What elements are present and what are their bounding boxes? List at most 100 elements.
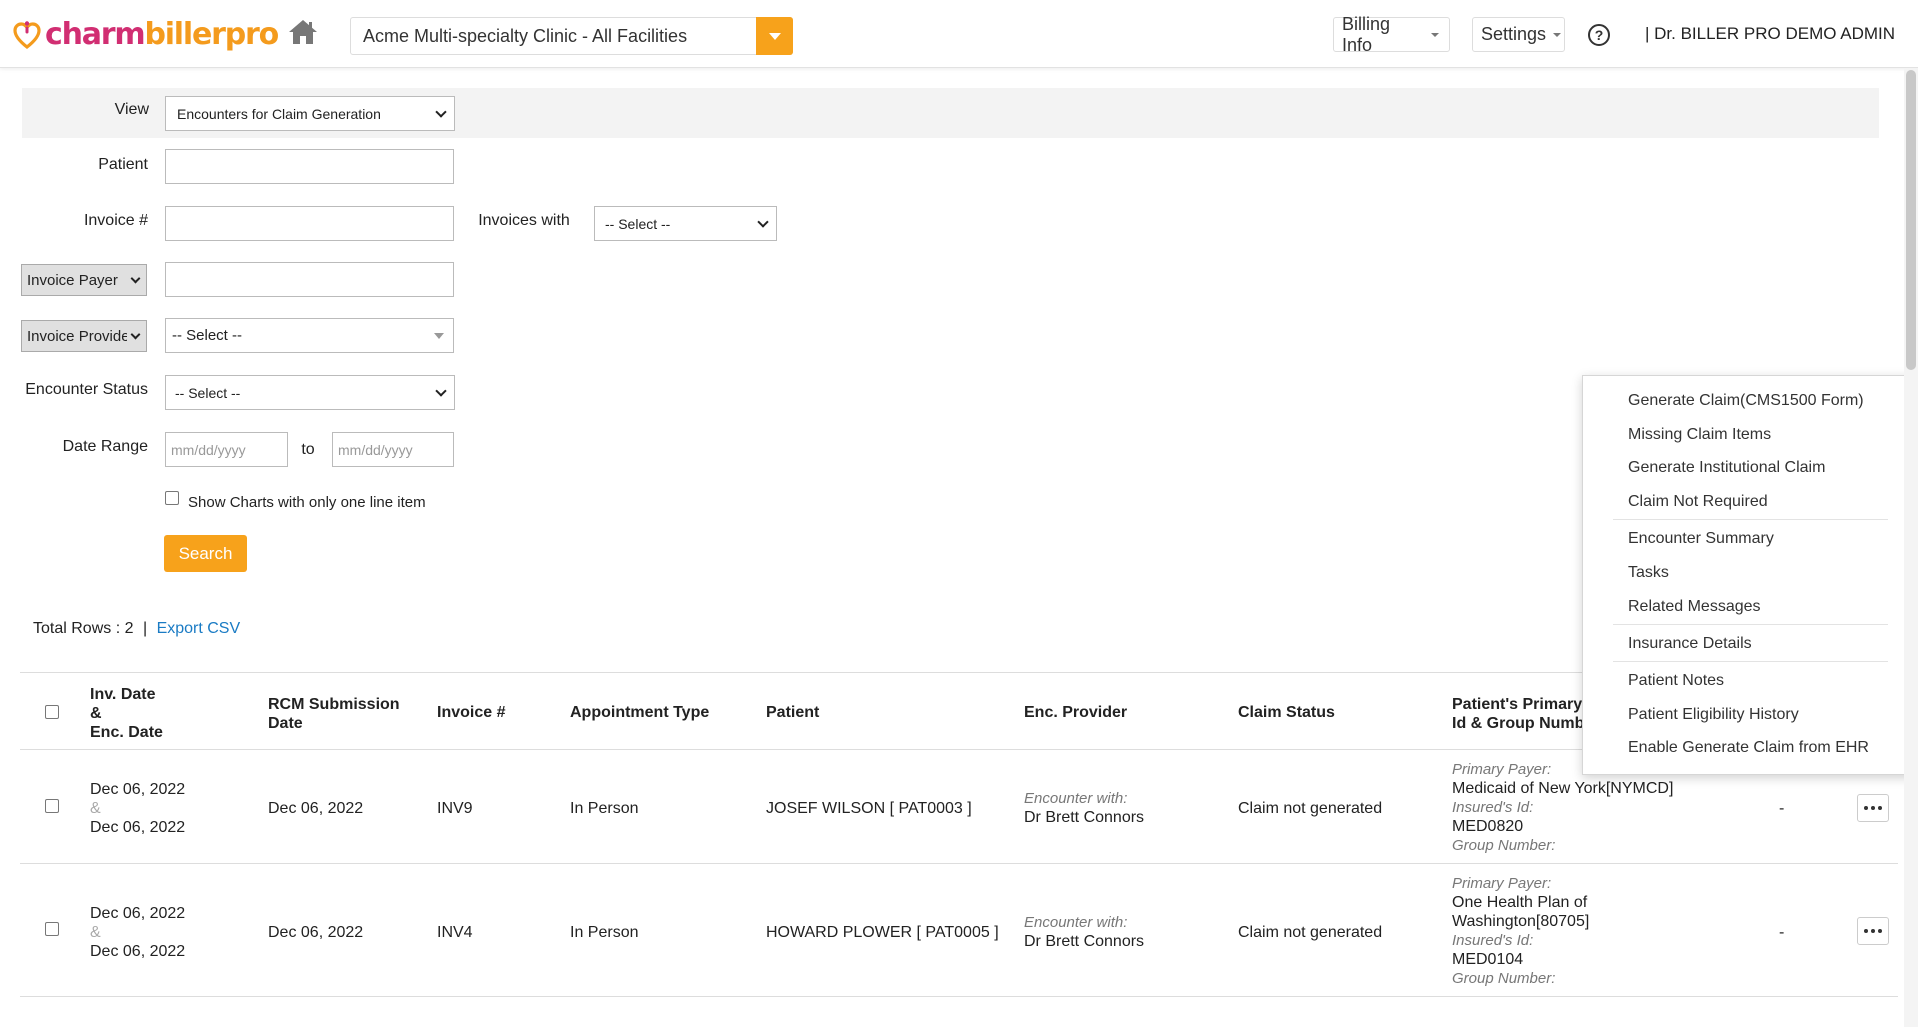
col-inv-date-label: Inv. Date [90,686,156,703]
col-enc-provider[interactable]: Enc. Provider [1024,703,1127,722]
col-patient[interactable]: Patient [766,703,819,722]
help-icon[interactable]: ? [1588,24,1610,46]
caret-down-icon [768,32,781,40]
export-csv-link[interactable]: Export CSV [157,620,241,637]
charmbillerpro-logo[interactable]: charmbillerpro [12,17,279,53]
col-invoice-number[interactable]: Invoice # [437,703,505,722]
total-rows-label: Total Rows : [33,620,125,637]
insured-id-label: Insured's Id: [1452,799,1534,816]
view-select-value: Encounters for Claim Generation [177,105,381,122]
enc-provider-cell: Encounter with: Dr Brett Connors [1024,789,1144,827]
invoice-number-input[interactable] [165,206,454,241]
provider-name: Dr Brett Connors [1024,809,1145,826]
menu-tasks[interactable]: Tasks [1628,564,1669,582]
col-patient-primary[interactable]: Patient's Primary Id & Group Numb [1452,695,1584,733]
col-inv-enc-date[interactable]: Inv. Date & Enc. Date [90,685,163,742]
menu-missing-claim-items[interactable]: Missing Claim Items [1628,426,1771,444]
facility-label: Acme Multi-specialty Clinic - All Facili… [363,25,688,46]
settings-menu[interactable]: Settings [1472,17,1565,52]
date-range-label: Date Range [62,438,148,455]
encounter-status-value: -- Select -- [175,384,241,401]
group-number-label: Group Number: [1452,970,1556,987]
one-line-item-checkbox[interactable] [165,491,179,505]
patient-cell[interactable]: JOSEF WILSON [ PAT0003 ] [766,799,972,818]
invoice-cell: INV9 [437,800,473,817]
invoice-payer-input[interactable] [165,262,454,297]
primary-payer-cell: Primary Payer: One Health Plan of Washin… [1452,874,1589,988]
rcm-date-cell: Dec 06, 2022 [268,924,364,941]
home-icon[interactable] [288,18,318,46]
col-claim-status[interactable]: Claim Status [1238,703,1335,722]
user-name[interactable]: | Dr. BILLER PRO DEMO ADMIN [1645,24,1895,44]
appointment-type-cell: In Person [570,924,639,941]
col-primary-label-1: Patient's Primary [1452,696,1583,713]
invoice-cell: INV4 [437,924,473,941]
menu-divider [1613,624,1888,625]
patient-label: Patient [98,156,148,173]
insured-id: MED0104 [1452,951,1524,968]
menu-generate-institutional-claim[interactable]: Generate Institutional Claim [1628,459,1825,477]
invoice-provider-dropdown[interactable]: -- Select -- [165,318,454,353]
table-row[interactable]: Dec 06, 2022 & Dec 06, 2022 Dec 06, 2022… [20,864,1898,997]
col-rcm-submission-date[interactable]: RCM Submission Date [268,695,400,733]
inv-date: Dec 06, 2022 [90,781,186,798]
invoices-with-select[interactable]: -- Select -- [594,206,777,241]
menu-encounter-summary[interactable]: Encounter Summary [1628,530,1774,548]
row-actions-button[interactable] [1857,794,1889,822]
facility-dropdown-button[interactable] [756,17,793,55]
invoice-provider-select[interactable]: Invoice Provider [21,320,147,352]
select-all-checkbox[interactable] [45,705,59,719]
col-amp-label: & [90,705,102,722]
encounter-with-label: Encounter with: [1024,914,1128,931]
more-dot [1864,806,1868,810]
more-dot [1878,806,1882,810]
chevron-down-icon [130,273,141,283]
inv-enc-date-cell: Dec 06, 2022 & Dec 06, 2022 [90,780,185,837]
total-rows-count: 2 [124,620,134,637]
encounter-with-label: Encounter with: [1024,790,1128,807]
logo-text: charmbillerpro [45,20,279,50]
date-from-input[interactable]: mm/dd/yyyy [165,432,288,467]
col-rcm-label-2: Date [268,715,303,732]
col-rcm-label-1: RCM Submission [268,696,400,713]
extra-cell: - [1779,800,1785,817]
search-button[interactable]: Search [164,535,247,572]
more-dot [1864,929,1868,933]
invoices-with-label: Invoices with [478,212,570,229]
billing-info-menu[interactable]: Billing Info [1333,14,1450,55]
row-actions-button[interactable] [1857,917,1889,945]
extra-cell: - [1779,924,1785,941]
row-checbox[interactable] [45,922,59,936]
menu-enable-generate-claim-ehr[interactable]: Enable Generate Claim from EHR [1628,739,1869,757]
col-appointment-type[interactable]: Appointment Type [570,703,709,722]
patient-input[interactable] [165,149,454,184]
menu-generate-claim-cms1500[interactable]: Generate Claim(CMS1500 Form) [1628,392,1864,410]
row-checkbox[interactable] [45,799,59,813]
heart-logo-icon [13,21,41,50]
menu-claim-not-required[interactable]: Claim Not Required [1628,493,1768,511]
rcm-date-cell: Dec 06, 2022 [268,800,364,817]
invoices-with-value: -- Select -- [605,215,671,232]
insured-id: MED0820 [1452,818,1524,835]
patient-cell[interactable]: HOWARD PLOWER [ PAT0005 ] [766,923,999,942]
primary-payer-name: One Health Plan of [1452,894,1588,911]
view-select[interactable]: Encounters for Claim Generation [165,96,455,131]
caret-down-icon [1553,32,1562,37]
billing-info-label: Billing Info [1342,13,1391,55]
invoice-number-label: Invoice # [83,212,148,229]
menu-patient-eligibility-history[interactable]: Patient Eligibility History [1628,706,1799,724]
menu-related-messages[interactable]: Related Messages [1628,598,1761,616]
chevron-down-icon [130,329,141,339]
date-to-input[interactable]: mm/dd/yyyy [332,432,454,467]
more-dot [1871,929,1875,933]
facility-selector[interactable]: Acme Multi-specialty Clinic - All Facili… [350,17,793,55]
invoice-payer-select[interactable]: Invoice Payer [21,264,147,296]
scrollbar-thumb[interactable] [1906,70,1916,370]
menu-insurance-details[interactable]: Insurance Details [1628,635,1752,653]
view-label: View [114,101,149,118]
encounter-status-select[interactable]: -- Select -- [165,375,455,410]
row-actions-menu: Generate Claim(CMS1500 Form) Missing Cla… [1582,375,1918,775]
inv-enc-date-cell: Dec 06, 2022 & Dec 06, 2022 [90,904,185,961]
menu-patient-notes[interactable]: Patient Notes [1628,672,1724,690]
one-line-item-label: Show Charts with only one line item [188,494,426,511]
